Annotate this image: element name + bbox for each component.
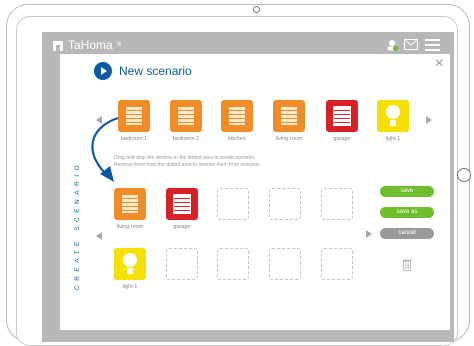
- close-icon[interactable]: ×: [435, 56, 444, 72]
- device-kitchen[interactable]: kitchen: [217, 100, 257, 142]
- scenario-slot-light-1[interactable]: light 1: [114, 248, 146, 290]
- device-garage[interactable]: garage: [322, 100, 362, 142]
- scenario-prev-arrow[interactable]: [96, 232, 102, 240]
- garage-door-icon: [326, 100, 358, 132]
- shutter-icon: [273, 100, 305, 132]
- panel-header: New scenario: [94, 62, 192, 80]
- device-bedroom-2[interactable]: bedroom 2: [166, 100, 206, 142]
- light-bulb-icon: [114, 248, 146, 280]
- save-button[interactable]: save: [380, 186, 434, 197]
- brand-logo[interactable]: TaHoma ®: [52, 38, 121, 52]
- scenario-slot-garage[interactable]: garage: [162, 188, 202, 230]
- shutter-icon: [114, 188, 146, 220]
- trash-icon[interactable]: [402, 259, 412, 271]
- create-scenario-label: CREATE SCENARIO: [74, 160, 81, 290]
- device-label: kitchen: [228, 136, 246, 142]
- camera-icon: [253, 6, 260, 13]
- slot-label: garage: [173, 224, 191, 230]
- scenario-next-arrow[interactable]: [366, 230, 372, 238]
- new-scenario-panel: New scenario × bedroom 1 bedroom 2 kitch…: [60, 54, 450, 330]
- empty-drop-slot[interactable]: [217, 248, 249, 280]
- empty-drop-slot[interactable]: [166, 248, 198, 280]
- cancel-button[interactable]: cancel: [380, 228, 434, 239]
- garage-door-icon: [166, 188, 198, 220]
- play-icon[interactable]: [94, 62, 112, 80]
- device-living-room[interactable]: living room: [269, 100, 309, 142]
- device-label: light 1: [385, 136, 401, 142]
- device-label: living room: [275, 136, 303, 142]
- drag-arrow-icon: [91, 116, 119, 182]
- empty-drop-slot[interactable]: [321, 248, 353, 280]
- shutter-icon: [221, 100, 253, 132]
- mail-icon[interactable]: [404, 39, 418, 50]
- carousel-next-arrow[interactable]: [426, 116, 432, 124]
- slot-label: light 1: [122, 284, 138, 290]
- house-icon: [53, 41, 63, 51]
- home-button[interactable]: [457, 168, 471, 182]
- panel-title: New scenario: [119, 64, 192, 78]
- instructions-text: Drag and drop the devices in the dotted …: [114, 155, 261, 169]
- empty-drop-slot[interactable]: [321, 188, 353, 220]
- device-label: garage: [333, 136, 351, 142]
- slot-label: living room: [116, 224, 144, 230]
- brand-mark: ®: [116, 42, 122, 48]
- shutter-icon: [170, 100, 202, 132]
- user-icon[interactable]: [386, 39, 398, 51]
- instructions-line-2: Remove them from the dotted area to remo…: [114, 162, 261, 168]
- light-bulb-icon: [377, 100, 409, 132]
- scenario-slot-living-room[interactable]: living room: [110, 188, 150, 230]
- hamburger-menu-icon[interactable]: [425, 39, 440, 51]
- instructions-line-1: Drag and drop the devices in the dotted …: [114, 155, 256, 161]
- empty-drop-slot[interactable]: [269, 188, 301, 220]
- save-as-button[interactable]: save as: [380, 207, 434, 218]
- brand-name: TaHoma: [68, 38, 113, 52]
- device-label: bedroom 2: [172, 136, 200, 142]
- empty-drop-slot[interactable]: [217, 188, 249, 220]
- device-light-1[interactable]: light 1: [373, 100, 413, 142]
- empty-drop-slot[interactable]: [269, 248, 301, 280]
